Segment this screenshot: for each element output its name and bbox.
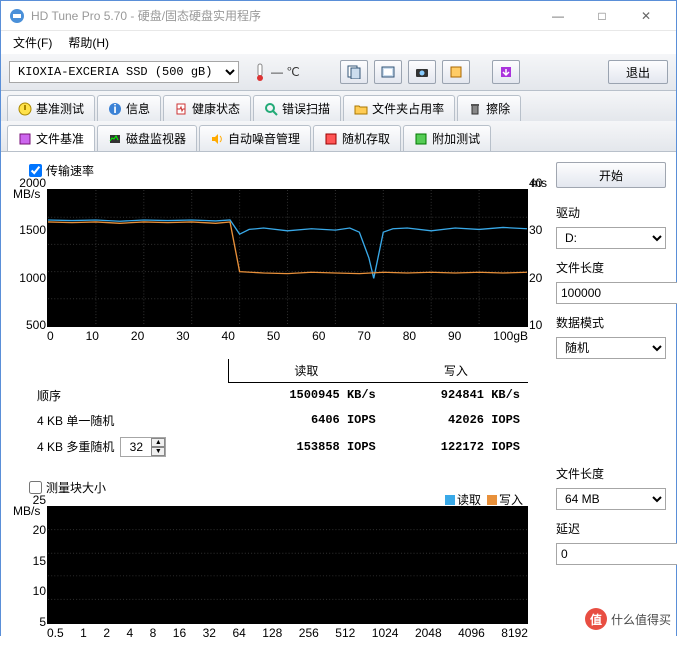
health-icon (174, 102, 188, 116)
multi-random-spin[interactable]: ▲▼ (120, 437, 166, 457)
datamode-dropdown[interactable]: 随机 (556, 337, 666, 359)
drive-select[interactable]: KIOXIA-EXCERIA SSD (500 gB) (9, 61, 239, 83)
result-row: 顺序1500945 KB/s924841 KB/s (29, 383, 528, 408)
result-row: 4 KB 单一随机6406 IOPS42026 IOPS (29, 408, 528, 433)
drive-dropdown[interactable]: D: (556, 227, 666, 249)
drive-label: 驱动 (556, 204, 666, 221)
delay-input[interactable] (556, 543, 677, 565)
watermark-text: 什么值得买 (611, 611, 671, 628)
disk-monitor-icon (108, 132, 122, 146)
aam-icon (210, 132, 224, 146)
tab-benchmark[interactable]: 基准测试 (7, 95, 95, 121)
chart1-yunit-right: ms (531, 176, 547, 190)
tab-folder[interactable]: 文件夹占用率 (343, 95, 455, 121)
menu-file[interactable]: 文件(F) (5, 32, 60, 53)
folder-icon (354, 102, 368, 116)
options-button[interactable] (442, 60, 470, 84)
app-icon (9, 8, 25, 24)
svg-text:i: i (113, 102, 116, 116)
content: 传输速率 MB/s 200015001000500 40302010 ms 01… (1, 151, 676, 652)
tab-disk-monitor[interactable]: 磁盘监视器 (97, 125, 197, 151)
delay-label: 延迟 (556, 520, 666, 537)
window-title: HD Tune Pro 5.70 - 硬盘/固态硬盘实用程序 (31, 7, 536, 24)
tabs-row-2: 文件基准磁盘监视器自动噪音管理随机存取附加测试 (1, 121, 676, 151)
minimize-button[interactable]: — (536, 2, 580, 30)
erase-icon (468, 102, 482, 116)
exit-button[interactable]: 退出 (608, 60, 668, 84)
extra-icon (414, 132, 428, 146)
tab-info[interactable]: i信息 (97, 95, 161, 121)
start-button[interactable]: 开始 (556, 162, 666, 188)
thermometer-icon (253, 62, 267, 82)
transfer-rate-head: 传输速率 (29, 162, 546, 179)
tab-erase[interactable]: 擦除 (457, 95, 521, 121)
filelen-label: 文件长度 (556, 259, 666, 276)
datamode-label: 数据模式 (556, 314, 666, 331)
side-panel: 开始 驱动 D: 文件长度 ▲▼ MB 数据模式 随机 文件长度 64 MB 延… (556, 160, 666, 644)
file-bench-icon (18, 132, 32, 146)
results-table: 读取 写入 顺序1500945 KB/s924841 KB/s4 KB 单一随机… (29, 359, 528, 461)
copy-info-button[interactable] (340, 60, 368, 84)
col-write: 写入 (384, 359, 528, 383)
tab-aam[interactable]: 自动噪音管理 (199, 125, 311, 151)
tab-errorscan[interactable]: 错误扫描 (253, 95, 341, 121)
transfer-rate-chart: 200015001000500 40302010 ms (47, 189, 528, 327)
chart2-x-axis: 0.512481632641282565121024204840968192 (47, 626, 528, 640)
info-icon: i (108, 102, 122, 116)
tab-health[interactable]: 健康状态 (163, 95, 251, 121)
menubar: 文件(F) 帮助(H) (1, 31, 676, 53)
filelen2-dropdown[interactable]: 64 MB (556, 488, 666, 510)
random-icon (324, 132, 338, 146)
menu-help[interactable]: 帮助(H) (60, 32, 117, 53)
chart1-x-axis: 0102030405060708090100gB (47, 329, 528, 343)
filelen-input[interactable] (556, 282, 677, 304)
tab-file-bench[interactable]: 文件基准 (7, 125, 95, 151)
filelen2-label: 文件长度 (556, 465, 666, 482)
tab-extra[interactable]: 附加测试 (403, 125, 491, 151)
main-column: 传输速率 MB/s 200015001000500 40302010 ms 01… (11, 160, 546, 644)
tab-random[interactable]: 随机存取 (313, 125, 401, 151)
errorscan-icon (264, 102, 278, 116)
save-button[interactable] (492, 60, 520, 84)
temperature-display: — ℃ (245, 62, 308, 82)
close-button[interactable]: ✕ (624, 2, 668, 30)
toolbar: KIOXIA-EXCERIA SSD (500 gB) — ℃ 退出 (1, 53, 676, 91)
watermark: 值 什么值得买 (585, 608, 671, 630)
titlebar: HD Tune Pro 5.70 - 硬盘/固态硬盘实用程序 — □ ✕ (1, 1, 676, 31)
copy-screenshot-button[interactable] (374, 60, 402, 84)
chart2-legend: 读取 写入 (445, 491, 523, 508)
maximize-button[interactable]: □ (580, 2, 624, 30)
benchmark-icon (18, 102, 32, 116)
tabs-row-1: 基准测试i信息健康状态错误扫描文件夹占用率擦除 (1, 91, 676, 121)
blocksize-chart: 252015105 读取 写入 (47, 506, 528, 624)
watermark-logo: 值 (585, 608, 607, 630)
transfer-rate-label: 传输速率 (46, 162, 94, 179)
screenshot-button[interactable] (408, 60, 436, 84)
result-row: 4 KB 多重随机▲▼153858 IOPS122172 IOPS (29, 433, 528, 461)
col-read: 读取 (229, 359, 384, 383)
blocksize-label: 测量块大小 (46, 479, 106, 496)
